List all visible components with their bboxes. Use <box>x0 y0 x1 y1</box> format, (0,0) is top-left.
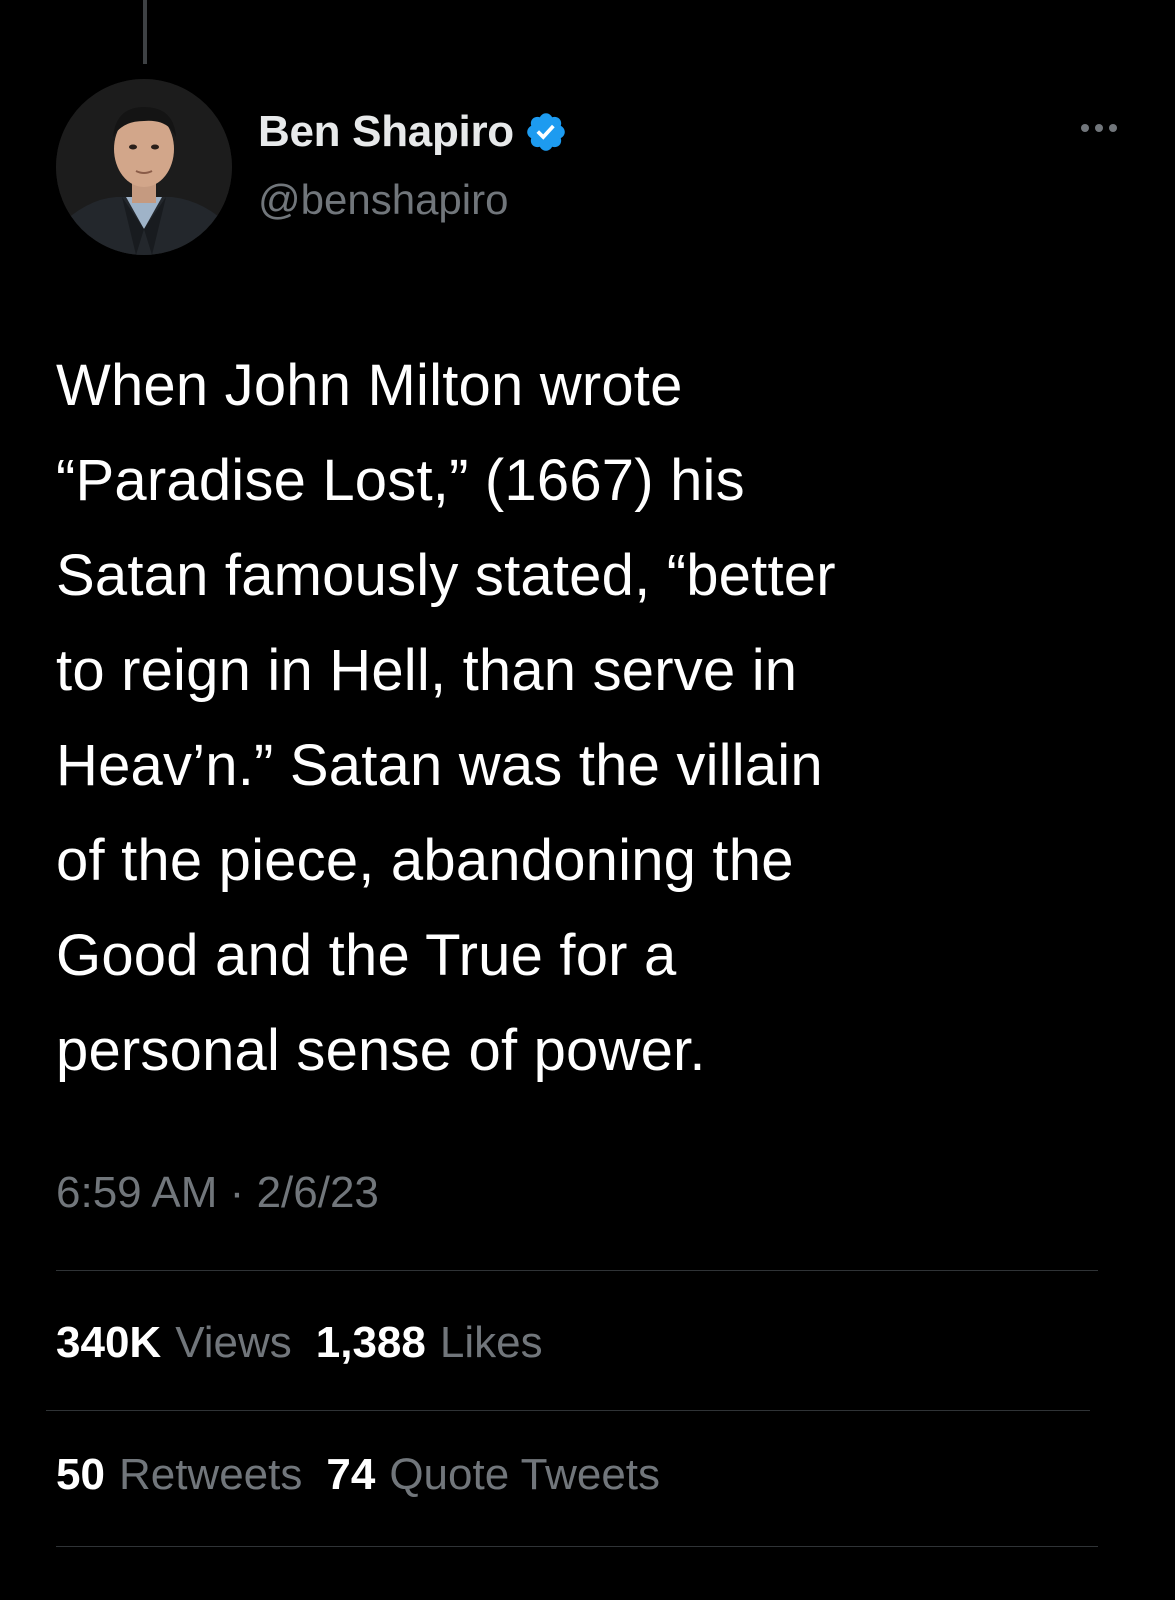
quote-tweets-stat[interactable]: 74 Quote Tweets <box>326 1450 660 1500</box>
tweet-text-line: Good and the True for a <box>56 923 677 988</box>
tweet-date-link[interactable]: 2/6/23 <box>257 1168 379 1217</box>
avatar-image <box>56 79 232 255</box>
divider <box>56 1270 1098 1271</box>
views-label: Views <box>175 1318 292 1367</box>
tweet-text-line: Satan famously stated, “better <box>56 543 836 608</box>
tweet-text-line: personal sense of power. <box>56 1018 706 1083</box>
avatar[interactable] <box>56 79 232 255</box>
author-display-name[interactable]: Ben Shapiro <box>258 107 514 157</box>
tweet-text-line: When John Milton wrote <box>56 353 683 418</box>
views-stat[interactable]: 340K Views <box>56 1318 292 1368</box>
thread-connector-line <box>143 0 147 64</box>
likes-label: Likes <box>439 1318 543 1367</box>
stats-row-views-likes: 340K Views 1,388 Likes <box>56 1318 567 1368</box>
retweets-label: Retweets <box>118 1450 303 1499</box>
likes-stat[interactable]: 1,388 Likes <box>316 1318 543 1368</box>
author-name-row[interactable]: Ben Shapiro <box>258 104 568 160</box>
timestamp-separator: · <box>229 1168 257 1217</box>
more-horizontal-icon <box>1081 124 1117 132</box>
retweets-count: 50 <box>56 1450 105 1499</box>
quote-tweets-label: Quote Tweets <box>389 1450 661 1499</box>
tweet-text-line: Heav’n.” Satan was the villain <box>56 733 823 798</box>
retweets-stat[interactable]: 50 Retweets <box>56 1450 302 1500</box>
more-options-button[interactable] <box>1074 111 1124 145</box>
tweet-text-line: of the piece, abandoning the <box>56 828 794 893</box>
views-count: 340K <box>56 1318 162 1367</box>
tweet-time-link[interactable]: 6:59 AM <box>56 1168 217 1217</box>
stats-row-retweets-quotes: 50 Retweets 74 Quote Tweets <box>56 1450 684 1500</box>
divider <box>56 1546 1098 1547</box>
tweet-text: When John Milton wrote “Paradise Lost,” … <box>56 338 1116 1098</box>
tweet-text-line: “Paradise Lost,” (1667) his <box>56 448 745 513</box>
tweet-text-line: to reign in Hell, than serve in <box>56 638 798 703</box>
author-handle[interactable]: @benshapiro <box>258 176 508 224</box>
tweet-timestamp: 6:59 AM · 2/6/23 <box>56 1168 379 1218</box>
quote-tweets-count: 74 <box>326 1450 376 1499</box>
divider <box>46 1410 1090 1411</box>
likes-count: 1,388 <box>315 1318 426 1367</box>
verified-badge-icon <box>524 110 568 154</box>
